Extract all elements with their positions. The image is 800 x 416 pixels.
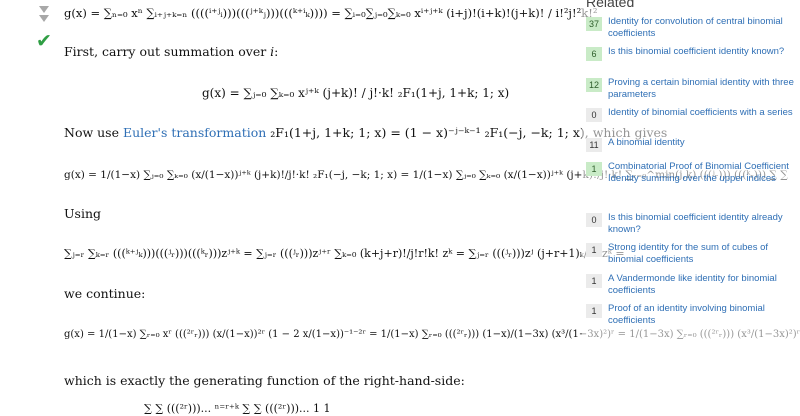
related-item[interactable]: 1 Combinatorial Proof of Binomial Coeffi… [586,161,796,184]
related-item[interactable]: 11 A binomial identity [586,137,796,152]
related-score-badge: 6 [586,47,602,61]
euler-transformation-link[interactable]: Euler's transformation [123,125,266,140]
vote-column: ✔ [34,6,54,51]
related-title: Related [586,0,635,10]
related-link[interactable]: Identity of binomial coefficients with a… [608,107,793,119]
related-item[interactable]: 12 Proving a certain binomial identity w… [586,77,796,100]
related-score-badge: 0 [586,213,602,227]
related-link[interactable]: Proof of an identity involving binomial … [608,303,796,326]
related-link[interactable]: A Vandermonde like identity for binomial… [608,273,796,296]
paragraph-text: First, carry out summation over [64,44,271,59]
related-score-badge: 12 [586,78,602,92]
equation-2: g(x) = ∑ⱼ₌₀ ∑ₖ₌₀ xʲ⁺ᵏ (j+k)! / j!·k! ₂F₁… [202,86,510,100]
related-item[interactable]: 1 Strong identity for the sum of cubes o… [586,242,796,265]
related-link[interactable]: Proving a certain binomial identity with… [608,77,796,100]
accepted-check-icon[interactable]: ✔ [34,32,54,51]
related-item[interactable]: 37 Identity for convolution of central b… [586,16,796,39]
related-link[interactable]: A binomial identity [608,137,685,149]
downvote-arrow-icon[interactable] [39,6,49,13]
paragraph-text: Now use [64,125,123,140]
related-link[interactable]: Combinatorial Proof of Binomial Coeffici… [608,161,796,184]
related-sidebar: Related 37 Identity for convolution of c… [582,0,800,416]
equation-1: g(x) = ∑ₙ₌₀ xⁿ ∑ᵢ₊ⱼ₊ₖ₌ₙ ((((ⁱ⁺ʲᵢ)))(((ʲ⁺… [64,6,598,20]
paragraph-sum-over-i: First, carry out summation over i: [64,44,278,59]
related-score-badge: 1 [586,162,602,176]
related-score-badge: 1 [586,243,602,257]
paragraph-generating-function: which is exactly the generating function… [64,373,465,388]
related-link[interactable]: Identity for convolution of central bino… [608,16,796,39]
related-score-badge: 11 [586,138,602,152]
downvote-arrow-icon-lower[interactable] [39,15,49,22]
related-item[interactable]: 1 Proof of an identity involving binomia… [586,303,796,326]
related-score-badge: 37 [586,17,602,31]
paragraph-euler: Now use Euler's transformation ₂F₁(1+j, … [64,125,667,140]
paragraph-text: : [274,44,279,59]
related-item[interactable]: 0 Identity of binomial coefficients with… [586,107,796,122]
paragraph-using: Using [64,206,101,221]
related-item[interactable]: 6 Is this binomial coefficient identity … [586,46,796,61]
related-score-badge: 1 [586,304,602,318]
related-score-badge: 1 [586,274,602,288]
related-score-badge: 0 [586,108,602,122]
related-link[interactable]: Strong identity for the sum of cubes of … [608,242,796,265]
related-item[interactable]: 1 A Vandermonde like identity for binomi… [586,273,796,296]
related-item[interactable]: 0 Is this binomial coefficient identity … [586,212,796,235]
paragraph-continue: we continue: [64,286,146,301]
related-link[interactable]: Is this binomial coefficient identity kn… [608,46,784,58]
equation-4: ∑ⱼ₌ᵣ ∑ₖ₌ᵣ (((ᵏ⁺ʲₖ)))(((ʲᵣ)))(((ᵏᵣ)))zʲ⁺ᵏ… [64,247,625,260]
related-link[interactable]: Is this binomial coefficient identity al… [608,212,796,235]
equation-6: ∑ ∑ (((²ʳ)))... ⁿ⁼ʳ⁺ᵏ ∑ ∑ (((²ʳ)))... 1 … [144,402,331,415]
